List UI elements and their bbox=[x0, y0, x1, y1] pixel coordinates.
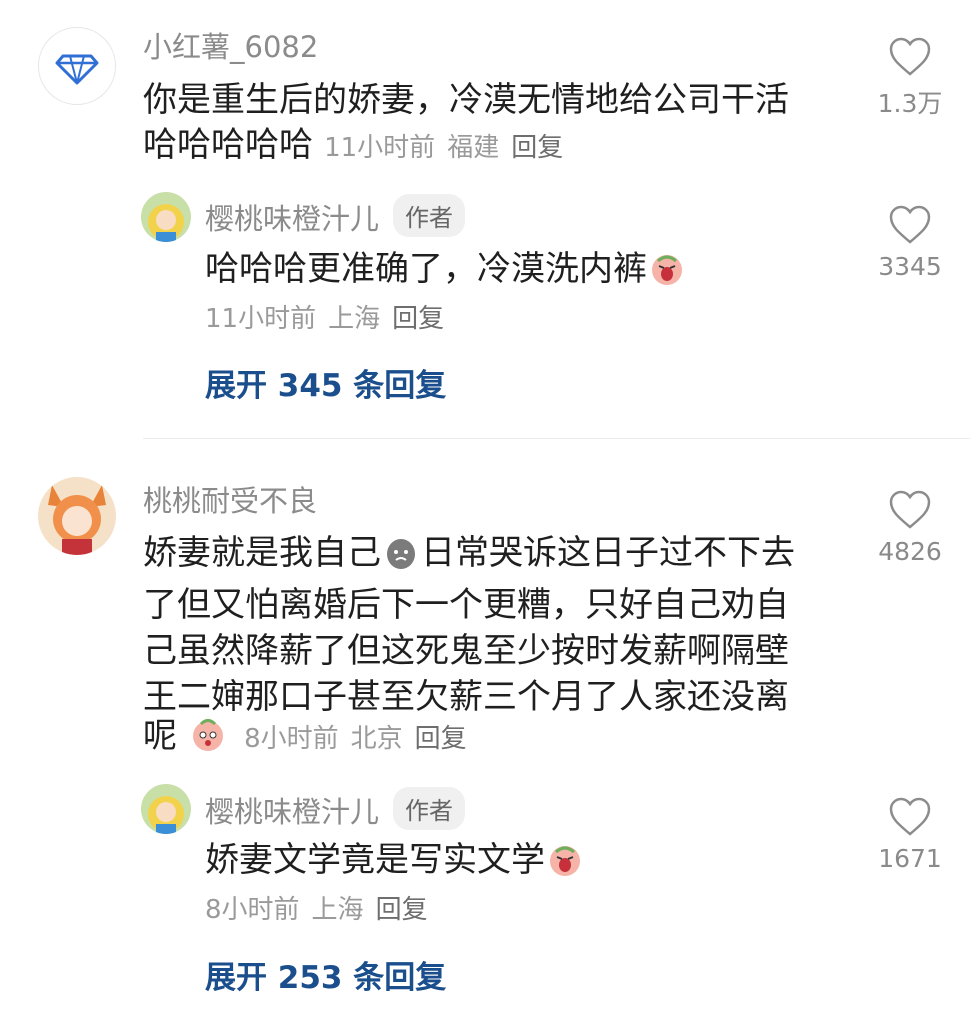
comment-username[interactable]: 小红薯_6082 bbox=[143, 24, 318, 66]
crying-emoji-icon bbox=[547, 841, 583, 889]
comment-username[interactable]: 樱桃味橙汁儿 bbox=[205, 795, 379, 829]
expand-replies-button[interactable]: 展开 345 条回复 bbox=[205, 360, 446, 405]
like-button[interactable]: 1671 bbox=[865, 796, 955, 873]
comment-text-segment: 娇妻就是我自己 bbox=[143, 533, 381, 573]
heart-icon bbox=[889, 37, 931, 76]
comment-time: 11小时前 bbox=[324, 133, 436, 163]
comment-text-line: 呢 bbox=[143, 716, 177, 756]
avatar[interactable] bbox=[38, 27, 116, 105]
comment-time: 8小时前 bbox=[244, 724, 339, 754]
avatar-image bbox=[141, 784, 191, 834]
comment-meta: 11小时前 上海 回复 bbox=[205, 298, 444, 335]
comment-time: 11小时前 bbox=[205, 304, 317, 334]
avatar-image bbox=[38, 477, 116, 555]
comment-location: 北京 bbox=[350, 724, 403, 754]
like-count: 1671 bbox=[878, 844, 942, 873]
comment-text-line: 哈哈哈哈哈 bbox=[143, 125, 313, 165]
comment-text-line: 哈哈哈更准确了，冷漠洗内裤 bbox=[205, 249, 647, 289]
reply-button[interactable]: 回复 bbox=[511, 133, 563, 163]
like-button[interactable]: 1.3万 bbox=[865, 36, 955, 120]
comment-text-row: 呢 8小时前 北京 回复 bbox=[143, 714, 467, 759]
heart-icon bbox=[889, 490, 931, 529]
like-count: 4826 bbox=[878, 537, 942, 566]
comment-text-line: 你是重生后的娇妻，冷漠无情地给公司干活 bbox=[143, 80, 789, 120]
like-count: 1.3万 bbox=[877, 89, 943, 118]
comment-meta: 8小时前 北京 回复 bbox=[244, 724, 467, 754]
author-badge: 作者 bbox=[393, 194, 466, 237]
comment-text: 哈哈哈更准确了，冷漠洗内裤 bbox=[205, 247, 687, 298]
avatar[interactable] bbox=[38, 477, 116, 555]
comment-username[interactable]: 樱桃味橙汁儿 bbox=[205, 202, 379, 236]
avatar[interactable] bbox=[141, 192, 191, 242]
reply-button[interactable]: 回复 bbox=[376, 895, 428, 925]
comment-text-line-1: 娇妻就是我自己 日常哭诉这日子过不下去 bbox=[143, 530, 795, 582]
comment-text-row: 哈哈哈哈哈 11小时前 福建 回复 bbox=[143, 123, 563, 168]
peach-emoji-icon bbox=[189, 715, 227, 757]
expand-replies-button[interactable]: 展开 253 条回复 bbox=[205, 952, 446, 997]
reply-header: 樱桃味橙汁儿 作者 bbox=[205, 194, 466, 238]
like-button[interactable]: 3345 bbox=[865, 204, 955, 281]
comment-location: 上海 bbox=[311, 895, 364, 925]
comment-text-line: 己虽然降薪了但这死鬼至少按时发薪啊隔壁 bbox=[143, 631, 789, 671]
comment-text: 你是重生后的娇妻，冷漠无情地给公司干活 bbox=[143, 78, 789, 123]
comment-location: 上海 bbox=[328, 304, 381, 334]
comment-text-line: 了但又怕离婚后下一个更糟，只好自己劝自 bbox=[143, 585, 789, 625]
reply-button[interactable]: 回复 bbox=[415, 724, 467, 754]
comment-text: 娇妻文学竟是写实文学 bbox=[205, 838, 585, 889]
comment-text: 娇妻就是我自己 日常哭诉这日子过不下去 了但又怕离婚后下一个更糟，只好自己劝自 己… bbox=[143, 530, 795, 720]
reply-button[interactable]: 回复 bbox=[392, 304, 444, 334]
comment-text-line: 娇妻文学竟是写实文学 bbox=[205, 840, 545, 880]
reply-header: 樱桃味橙汁儿 作者 bbox=[205, 787, 466, 831]
comment-text-segment: 日常哭诉这日子过不下去 bbox=[421, 533, 795, 573]
comment-meta: 8小时前 上海 回复 bbox=[205, 889, 428, 926]
like-count: 3345 bbox=[878, 252, 942, 281]
heart-icon bbox=[889, 205, 931, 244]
author-badge: 作者 bbox=[393, 787, 466, 830]
crying-emoji-icon bbox=[649, 250, 685, 298]
like-button[interactable]: 4826 bbox=[865, 489, 955, 566]
heart-icon bbox=[889, 797, 931, 836]
comment-meta: 11小时前 福建 回复 bbox=[324, 133, 563, 163]
comment-location: 福建 bbox=[447, 133, 500, 163]
comment-username[interactable]: 桃桃耐受不良 bbox=[143, 478, 317, 520]
diamond-icon bbox=[55, 54, 99, 85]
comment-time: 8小时前 bbox=[205, 895, 300, 925]
avatar-image bbox=[141, 192, 191, 242]
divider bbox=[143, 438, 970, 439]
sad-bean-emoji-icon bbox=[383, 534, 419, 582]
avatar[interactable] bbox=[141, 784, 191, 834]
